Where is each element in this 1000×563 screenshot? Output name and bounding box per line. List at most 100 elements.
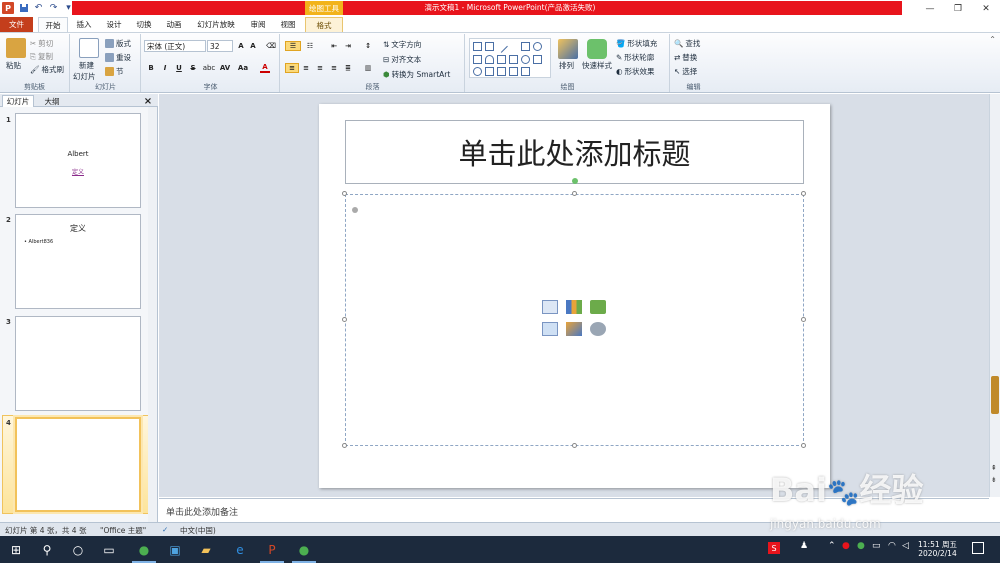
powerpoint-logo-icon[interactable]: P [2,2,14,14]
browser-360-icon[interactable]: ● [128,536,160,563]
char-spacing-icon[interactable]: AV [220,63,230,73]
notes-pane[interactable]: 单击此处添加备注 [159,498,989,522]
wifi-icon[interactable]: ◠ [888,541,896,551]
tab-outline[interactable]: 大纲 [38,95,66,107]
tab-view[interactable]: 视图 [274,17,302,32]
triangle-shape-icon[interactable] [485,55,494,64]
insert-clipart-icon[interactable] [566,322,582,336]
paste-icon[interactable] [6,38,26,58]
tab-file[interactable]: 文件 [0,17,33,32]
shadow-button[interactable]: abc [202,63,216,73]
slide-thumbnail-2[interactable]: 定义 • Albert836 [15,214,141,309]
cut-button[interactable]: ✂ 剪切 [30,38,53,49]
powerpoint-taskbar-icon[interactable]: P [256,536,288,563]
volume-icon[interactable]: ◁ [902,541,909,551]
app-icon[interactable]: ▣ [159,536,191,563]
find-button[interactable]: 🔍 查找 [674,38,700,49]
distribute-icon[interactable]: ≣ [343,63,353,73]
new-slide-icon[interactable] [79,38,99,58]
oval-shape-icon[interactable] [533,42,542,51]
search-icon[interactable]: ⚲ [31,536,63,563]
arrow-shape-icon[interactable] [509,42,518,51]
rectangle-shape-icon[interactable] [521,42,530,51]
select-button[interactable]: ↖ 选择 [674,66,697,77]
close-icon[interactable]: ✕ [972,0,1000,17]
title-placeholder[interactable]: 单击此处添加标题 [345,120,804,184]
slide-thumbnail-3[interactable] [15,316,141,411]
columns-icon[interactable]: ▥ [363,63,373,73]
numbering-icon[interactable]: ☷ [305,41,315,51]
new-slide-label[interactable]: 新建 [79,60,94,71]
shape-outline-button[interactable]: ✎ 形状轮廓 [616,52,654,63]
font-size-combo[interactable]: 32 [207,40,233,52]
arrange-icon[interactable] [558,39,578,59]
align-text-button[interactable]: ⊟ 对齐文本 [383,54,421,65]
increase-indent-icon[interactable]: ⇥ [343,41,353,51]
shape-fill-button[interactable]: 🪣 形状填充 [616,38,657,49]
shape-effects-button[interactable]: ◐ 形状效果 [616,66,655,77]
vertical-textbox-shape-icon[interactable] [485,42,494,51]
rotate-handle[interactable] [572,178,578,184]
brace-shape-icon[interactable] [497,67,506,76]
action-center-icon[interactable] [972,542,984,554]
redo-icon[interactable]: ↷ [48,3,59,14]
prev-slide-icon[interactable]: ⇞ [991,464,999,472]
resize-handle[interactable] [342,191,347,196]
clear-format-icon[interactable]: ⌫ [266,41,276,51]
ribbon-collapse-icon[interactable]: ⌃ [989,35,996,44]
resize-handle[interactable] [801,317,806,322]
save-icon[interactable] [18,3,29,14]
section-button[interactable]: 节 [105,66,124,77]
star-shape-icon[interactable] [509,67,518,76]
font-color-icon[interactable]: A [260,63,270,73]
tray-wechat-icon[interactable]: ● [857,541,865,551]
slide-thumbnail-4[interactable] [15,417,141,512]
resize-handle[interactable] [572,443,577,448]
tab-transitions[interactable]: 切换 [130,17,158,32]
undo-icon[interactable]: ↶ [33,3,44,14]
windows-start-icon[interactable]: ⊞ [0,536,32,563]
justify-icon[interactable]: ≡ [329,63,339,73]
text-direction-button[interactable]: ⇅ 文字方向 [383,39,421,50]
resize-handle[interactable] [572,191,577,196]
tab-design[interactable]: 设计 [100,17,128,32]
resize-handle[interactable] [801,191,806,196]
rounded-rect-shape-icon[interactable] [473,55,482,64]
resize-handle[interactable] [342,443,347,448]
cortana-icon[interactable]: ○ [62,536,94,563]
font-name-combo[interactable]: 宋体 (正文) [144,40,206,52]
underline-button[interactable]: U [174,63,184,73]
restore-icon[interactable]: ❐ [944,0,972,17]
clock[interactable]: 11:51 周五 2020/2/14 [918,540,957,558]
quick-styles-button[interactable]: 快速样式 [582,60,612,71]
align-left-icon[interactable]: ≡ [285,63,299,73]
quick-styles-icon[interactable] [587,39,607,59]
connector-shape-icon[interactable] [497,55,506,64]
resize-handle[interactable] [801,443,806,448]
tab-format[interactable]: 格式 [305,17,343,32]
circle-shape-icon[interactable] [473,67,482,76]
tab-insert[interactable]: 插入 [70,17,98,32]
layout-button[interactable]: 版式 [105,38,131,49]
textbox-shape-icon[interactable] [473,42,482,51]
strike-button[interactable]: S [188,63,198,73]
task-view-icon[interactable]: ▭ [93,536,125,563]
slide-thumbnail-1[interactable]: Albert 定义 [15,113,141,208]
slide-canvas[interactable]: 单击此处添加标题 [319,104,830,488]
bracket-shape-icon[interactable] [521,67,530,76]
wechat-icon[interactable]: ● [288,536,320,563]
insert-media-icon[interactable] [590,322,606,336]
panel-scrollbar[interactable] [148,107,157,522]
align-right-icon[interactable]: ≡ [315,63,325,73]
arrow-down-shape-icon[interactable] [533,55,542,64]
minimize-icon[interactable]: — [916,0,944,17]
align-center-icon[interactable]: ≡ [301,63,311,73]
insert-picture-icon[interactable] [542,322,558,336]
bullets-icon[interactable]: ☰ [285,41,301,51]
insert-table-icon[interactable] [542,300,558,314]
tray-app-icon[interactable]: ● [842,541,850,551]
replace-button[interactable]: ⇄ 替换 [674,52,697,63]
panel-close-icon[interactable]: × [142,95,154,107]
tab-slides[interactable]: 幻灯片 [2,95,34,107]
battery-icon[interactable]: ▭ [872,541,881,551]
